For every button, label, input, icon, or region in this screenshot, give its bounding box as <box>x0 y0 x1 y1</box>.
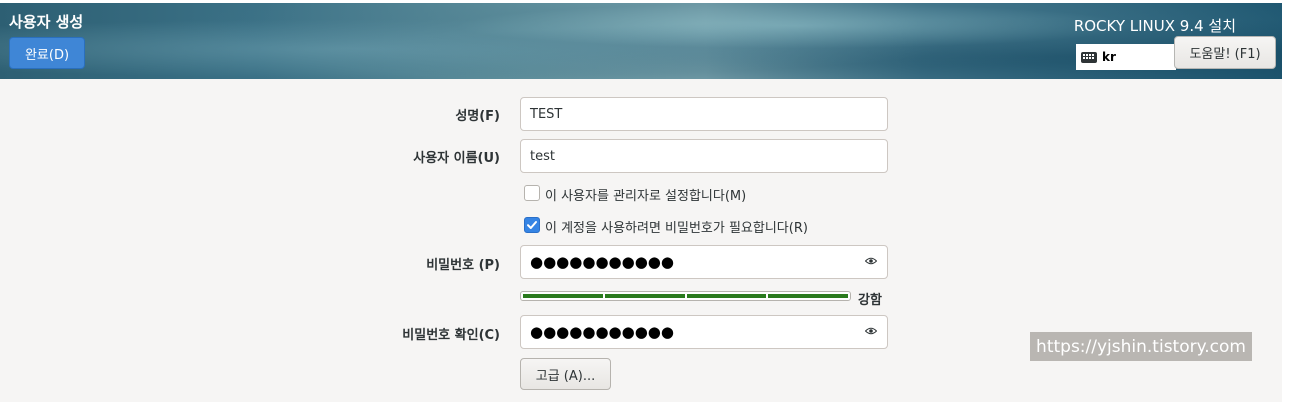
password-strength-meter <box>520 291 851 301</box>
username-field[interactable]: test <box>520 139 888 173</box>
strength-segment <box>768 294 848 298</box>
window-edge <box>1282 3 1292 402</box>
strength-segment <box>523 294 603 298</box>
require-password-checkbox[interactable] <box>524 217 540 233</box>
checkmark-icon <box>527 221 537 229</box>
confirm-password-value: ●●●●●●●●●●● <box>530 323 674 341</box>
strength-segment <box>604 294 685 298</box>
watermark: https://yjshin.tistory.com <box>1030 332 1252 361</box>
password-value: ●●●●●●●●●●● <box>530 253 674 271</box>
fullname-value: TEST <box>530 106 563 122</box>
fullname-field[interactable]: TEST <box>520 97 888 131</box>
username-label: 사용자 이름(U) <box>413 151 500 166</box>
keyboard-layout-indicator[interactable]: kr <box>1076 44 1176 70</box>
strength-segment <box>686 294 767 298</box>
confirm-password-label: 비밀번호 확인(C) <box>402 328 500 343</box>
page-title: 사용자 생성 <box>9 13 84 31</box>
password-field[interactable]: ●●●●●●●●●●● <box>520 245 888 279</box>
header-banner: 사용자 생성 완료(D) ROCKY LINUX 9.4 설치 kr 도움말! … <box>0 3 1282 79</box>
done-button[interactable]: 완료(D) <box>9 37 85 69</box>
show-confirm-password-eye-icon[interactable] <box>865 327 877 335</box>
password-strength-label: 강함 <box>858 293 882 308</box>
keyboard-icon <box>1081 51 1097 63</box>
username-value: test <box>530 148 555 164</box>
show-password-eye-icon[interactable] <box>865 257 877 265</box>
fullname-label: 성명(F) <box>455 109 500 124</box>
install-title: ROCKY LINUX 9.4 설치 <box>1073 17 1236 35</box>
confirm-password-field[interactable]: ●●●●●●●●●●● <box>520 315 888 349</box>
password-label: 비밀번호 (P) <box>426 258 500 273</box>
help-button[interactable]: 도움말! (F1) <box>1174 36 1276 69</box>
advanced-button[interactable]: 고급 (A)... <box>520 358 611 390</box>
admin-checkbox[interactable] <box>524 185 540 201</box>
keyboard-layout-label: kr <box>1102 50 1116 64</box>
admin-checkbox-label: 이 사용자를 관리자로 설정합니다(M) <box>545 189 747 204</box>
require-password-checkbox-label: 이 계정을 사용하려면 비밀번호가 필요합니다(R) <box>545 221 808 236</box>
